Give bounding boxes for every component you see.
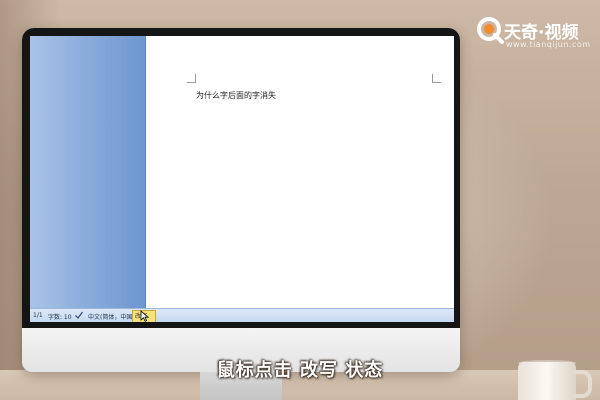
status-bar: 1/1 字数: 10 中文(简体，中国) 改写 [30, 308, 454, 322]
status-language[interactable]: 中文(简体，中国) [88, 312, 135, 321]
coffee-mug [518, 362, 576, 400]
navigation-pane[interactable] [30, 36, 146, 308]
status-page-count[interactable]: 1/1 [33, 312, 43, 319]
mouse-cursor-icon [140, 310, 149, 322]
document-text[interactable]: 为什么字后面的字消失 [196, 90, 276, 101]
margin-corner-top-left [187, 74, 196, 83]
status-word-count[interactable]: 字数: 10 [48, 312, 72, 321]
margin-corner-top-right [432, 74, 441, 83]
video-subtitle: 鼠标点击 改写 状态 [216, 360, 384, 381]
monitor-screen: 为什么字后面的字消失 1/1 字数: 10 中文(简体，中国) 改写 [30, 36, 454, 322]
brand-logo: 天奇·视频 www.tianqijun.com [476, 16, 594, 58]
mug-handle [572, 370, 592, 398]
document-page[interactable]: 为什么字后面的字消失 [146, 36, 454, 308]
logo-q-icon [477, 17, 504, 44]
proofing-check-icon[interactable] [74, 310, 84, 320]
logo-url: www.tianqijun.com [506, 40, 591, 49]
